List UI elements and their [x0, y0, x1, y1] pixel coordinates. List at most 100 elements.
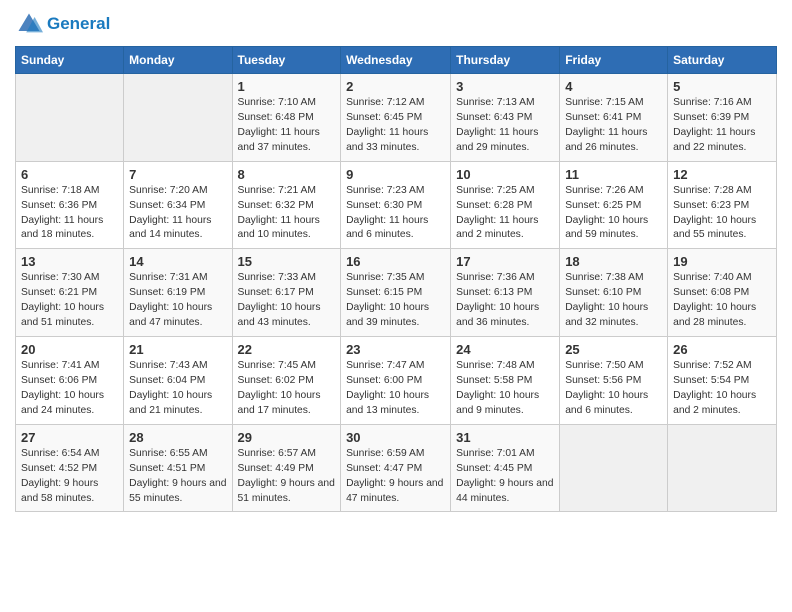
day-number: 26	[673, 342, 771, 357]
cell-content: Sunrise: 7:33 AM Sunset: 6:17 PM Dayligh…	[238, 271, 336, 331]
calendar-cell: 8 Sunrise: 7:21 AM Sunset: 6:32 PM Daylig…	[232, 161, 341, 249]
calendar-table: SundayMondayTuesdayWednesdayThursdayFrid…	[15, 46, 777, 512]
day-number: 17	[456, 254, 554, 269]
calendar-cell: 18 Sunrise: 7:38 AM Sunset: 6:10 PM Dayli…	[560, 249, 668, 337]
day-of-week-header: Thursday	[451, 47, 560, 74]
cell-content: Sunrise: 7:52 AM Sunset: 5:54 PM Dayligh…	[673, 359, 771, 419]
cell-content: Sunrise: 7:15 AM Sunset: 6:41 PM Dayligh…	[565, 96, 662, 156]
logo-icon	[15, 10, 43, 38]
calendar-cell	[668, 424, 777, 512]
calendar-cell: 24 Sunrise: 7:48 AM Sunset: 5:58 PM Dayli…	[451, 337, 560, 425]
cell-content: Sunrise: 7:12 AM Sunset: 6:45 PM Dayligh…	[346, 96, 445, 156]
day-number: 30	[346, 430, 445, 445]
logo: General	[15, 10, 110, 38]
day-number: 10	[456, 167, 554, 182]
calendar-cell: 20 Sunrise: 7:41 AM Sunset: 6:06 PM Dayli…	[16, 337, 124, 425]
calendar-cell: 13 Sunrise: 7:30 AM Sunset: 6:21 PM Dayli…	[16, 249, 124, 337]
day-number: 2	[346, 79, 445, 94]
day-of-week-header: Tuesday	[232, 47, 341, 74]
cell-content: Sunrise: 7:21 AM Sunset: 6:32 PM Dayligh…	[238, 184, 336, 244]
calendar-cell	[560, 424, 668, 512]
day-of-week-header: Wednesday	[341, 47, 451, 74]
day-number: 4	[565, 79, 662, 94]
calendar-cell: 15 Sunrise: 7:33 AM Sunset: 6:17 PM Dayli…	[232, 249, 341, 337]
calendar-cell: 2 Sunrise: 7:12 AM Sunset: 6:45 PM Daylig…	[341, 74, 451, 162]
day-of-week-header: Saturday	[668, 47, 777, 74]
calendar-cell: 1 Sunrise: 7:10 AM Sunset: 6:48 PM Daylig…	[232, 74, 341, 162]
cell-content: Sunrise: 7:01 AM Sunset: 4:45 PM Dayligh…	[456, 447, 554, 507]
calendar-cell: 14 Sunrise: 7:31 AM Sunset: 6:19 PM Dayli…	[124, 249, 232, 337]
day-of-week-header: Sunday	[16, 47, 124, 74]
cell-content: Sunrise: 7:16 AM Sunset: 6:39 PM Dayligh…	[673, 96, 771, 156]
cell-content: Sunrise: 7:35 AM Sunset: 6:15 PM Dayligh…	[346, 271, 445, 331]
calendar-cell: 4 Sunrise: 7:15 AM Sunset: 6:41 PM Daylig…	[560, 74, 668, 162]
cell-content: Sunrise: 7:41 AM Sunset: 6:06 PM Dayligh…	[21, 359, 118, 419]
day-number: 24	[456, 342, 554, 357]
calendar-cell: 6 Sunrise: 7:18 AM Sunset: 6:36 PM Daylig…	[16, 161, 124, 249]
cell-content: Sunrise: 6:57 AM Sunset: 4:49 PM Dayligh…	[238, 447, 336, 507]
cell-content: Sunrise: 7:31 AM Sunset: 6:19 PM Dayligh…	[129, 271, 226, 331]
day-number: 1	[238, 79, 336, 94]
day-number: 29	[238, 430, 336, 445]
cell-content: Sunrise: 7:40 AM Sunset: 6:08 PM Dayligh…	[673, 271, 771, 331]
cell-content: Sunrise: 7:20 AM Sunset: 6:34 PM Dayligh…	[129, 184, 226, 244]
cell-content: Sunrise: 7:23 AM Sunset: 6:30 PM Dayligh…	[346, 184, 445, 244]
calendar-header-row: SundayMondayTuesdayWednesdayThursdayFrid…	[16, 47, 777, 74]
calendar-cell: 28 Sunrise: 6:55 AM Sunset: 4:51 PM Dayli…	[124, 424, 232, 512]
calendar-cell: 30 Sunrise: 6:59 AM Sunset: 4:47 PM Dayli…	[341, 424, 451, 512]
day-number: 8	[238, 167, 336, 182]
cell-content: Sunrise: 7:43 AM Sunset: 6:04 PM Dayligh…	[129, 359, 226, 419]
calendar-week-row: 27Sunrise: 6:54 AM Sunset: 4:52 PM Dayli…	[16, 424, 777, 512]
calendar-cell: 11Sunrise: 7:26 AM Sunset: 6:25 PM Dayli…	[560, 161, 668, 249]
calendar-cell: 9 Sunrise: 7:23 AM Sunset: 6:30 PM Daylig…	[341, 161, 451, 249]
cell-content: Sunrise: 7:26 AM Sunset: 6:25 PM Dayligh…	[565, 184, 662, 244]
calendar-cell: 22Sunrise: 7:45 AM Sunset: 6:02 PM Dayli…	[232, 337, 341, 425]
day-number: 5	[673, 79, 771, 94]
calendar-week-row: 1 Sunrise: 7:10 AM Sunset: 6:48 PM Daylig…	[16, 74, 777, 162]
day-number: 3	[456, 79, 554, 94]
day-number: 13	[21, 254, 118, 269]
day-number: 20	[21, 342, 118, 357]
cell-content: Sunrise: 7:13 AM Sunset: 6:43 PM Dayligh…	[456, 96, 554, 156]
day-number: 19	[673, 254, 771, 269]
cell-content: Sunrise: 7:48 AM Sunset: 5:58 PM Dayligh…	[456, 359, 554, 419]
calendar-cell: 5 Sunrise: 7:16 AM Sunset: 6:39 PM Daylig…	[668, 74, 777, 162]
calendar-cell: 31 Sunrise: 7:01 AM Sunset: 4:45 PM Dayli…	[451, 424, 560, 512]
calendar-cell: 17Sunrise: 7:36 AM Sunset: 6:13 PM Dayli…	[451, 249, 560, 337]
cell-content: Sunrise: 7:10 AM Sunset: 6:48 PM Dayligh…	[238, 96, 336, 156]
calendar-cell: 19 Sunrise: 7:40 AM Sunset: 6:08 PM Dayli…	[668, 249, 777, 337]
calendar-cell: 23 Sunrise: 7:47 AM Sunset: 6:00 PM Dayli…	[341, 337, 451, 425]
day-number: 7	[129, 167, 226, 182]
cell-content: Sunrise: 7:28 AM Sunset: 6:23 PM Dayligh…	[673, 184, 771, 244]
cell-content: Sunrise: 7:38 AM Sunset: 6:10 PM Dayligh…	[565, 271, 662, 331]
day-number: 27	[21, 430, 118, 445]
day-number: 31	[456, 430, 554, 445]
day-number: 9	[346, 167, 445, 182]
calendar-cell: 3 Sunrise: 7:13 AM Sunset: 6:43 PM Daylig…	[451, 74, 560, 162]
calendar-cell: 10Sunrise: 7:25 AM Sunset: 6:28 PM Dayli…	[451, 161, 560, 249]
day-number: 14	[129, 254, 226, 269]
cell-content: Sunrise: 7:30 AM Sunset: 6:21 PM Dayligh…	[21, 271, 118, 331]
day-number: 28	[129, 430, 226, 445]
calendar-cell: 26 Sunrise: 7:52 AM Sunset: 5:54 PM Dayli…	[668, 337, 777, 425]
day-number: 18	[565, 254, 662, 269]
calendar-week-row: 6 Sunrise: 7:18 AM Sunset: 6:36 PM Daylig…	[16, 161, 777, 249]
day-number: 12	[673, 167, 771, 182]
calendar-cell: 16Sunrise: 7:35 AM Sunset: 6:15 PM Dayli…	[341, 249, 451, 337]
calendar-cell	[16, 74, 124, 162]
day-number: 23	[346, 342, 445, 357]
cell-content: Sunrise: 7:18 AM Sunset: 6:36 PM Dayligh…	[21, 184, 118, 244]
day-number: 15	[238, 254, 336, 269]
day-number: 25	[565, 342, 662, 357]
cell-content: Sunrise: 6:59 AM Sunset: 4:47 PM Dayligh…	[346, 447, 445, 507]
cell-content: Sunrise: 7:50 AM Sunset: 5:56 PM Dayligh…	[565, 359, 662, 419]
cell-content: Sunrise: 6:55 AM Sunset: 4:51 PM Dayligh…	[129, 447, 226, 507]
logo-text: General	[47, 14, 110, 34]
cell-content: Sunrise: 7:47 AM Sunset: 6:00 PM Dayligh…	[346, 359, 445, 419]
calendar-week-row: 13 Sunrise: 7:30 AM Sunset: 6:21 PM Dayli…	[16, 249, 777, 337]
calendar-cell	[124, 74, 232, 162]
day-number: 6	[21, 167, 118, 182]
calendar-cell: 25 Sunrise: 7:50 AM Sunset: 5:56 PM Dayli…	[560, 337, 668, 425]
calendar-cell: 27Sunrise: 6:54 AM Sunset: 4:52 PM Dayli…	[16, 424, 124, 512]
day-of-week-header: Monday	[124, 47, 232, 74]
